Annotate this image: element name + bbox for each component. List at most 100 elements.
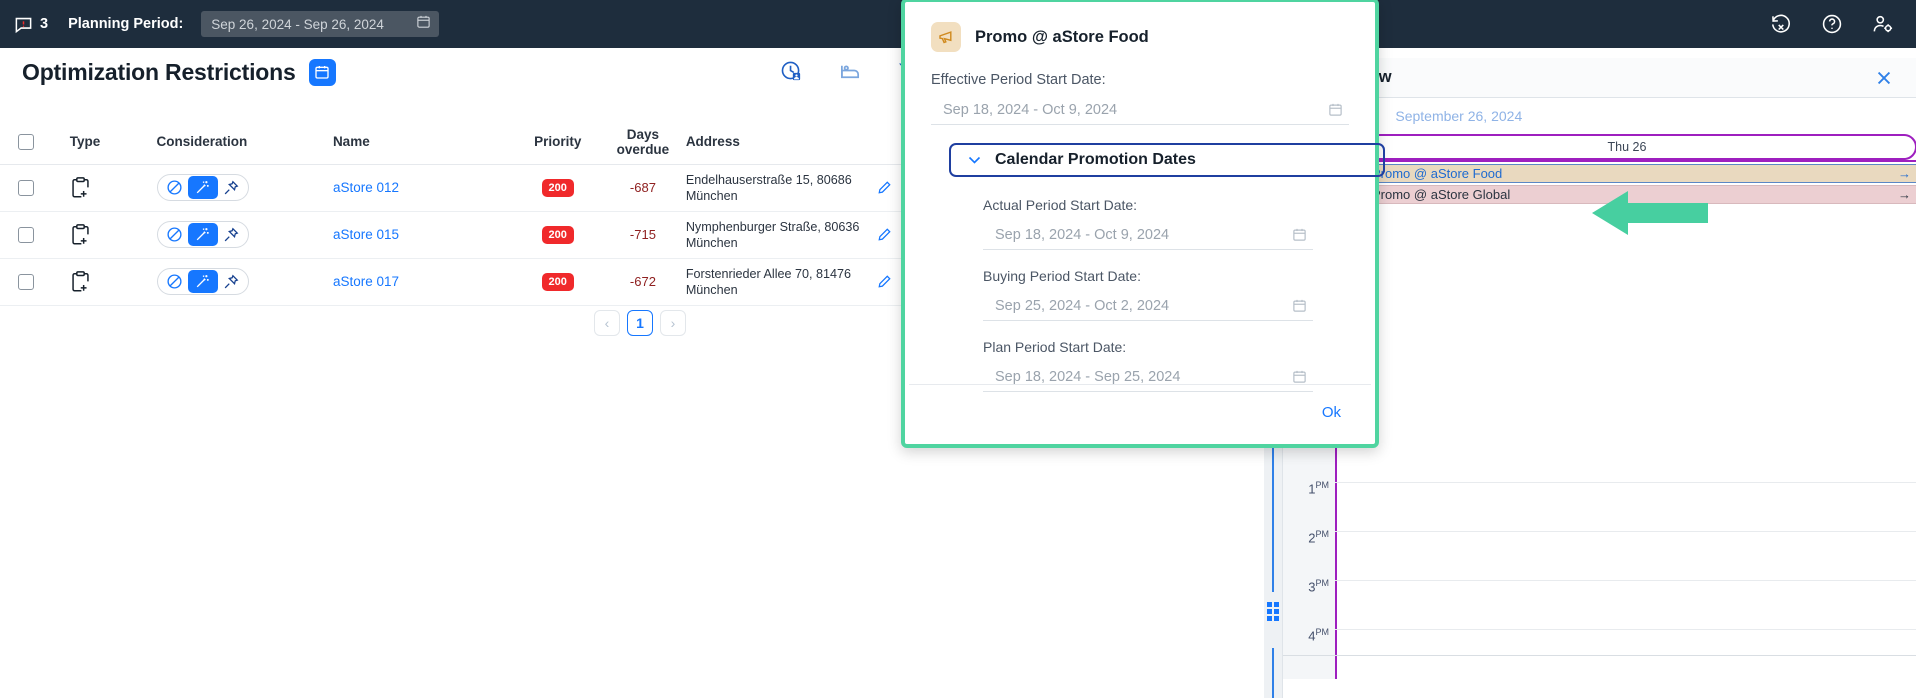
clock-person-icon[interactable] (780, 60, 803, 83)
time-hour: 1 (1308, 481, 1316, 497)
alert-message-icon (14, 15, 33, 34)
calendar-time-label: 4PM (1308, 627, 1329, 643)
pencil-icon[interactable] (877, 180, 892, 195)
pencil-icon[interactable] (877, 274, 892, 289)
topbar-actions (1770, 0, 1894, 48)
close-icon[interactable] (1874, 68, 1894, 88)
dialog-title: Promo @ aStore Food (975, 27, 1149, 46)
col-header-type: Type (65, 120, 153, 165)
calendar-event[interactable]: ← Promo @ aStore Food → (1337, 164, 1916, 184)
event-label: Promo @ aStore Food (1372, 166, 1503, 181)
clipboard-plus-icon (70, 176, 91, 200)
consideration-pin-icon[interactable] (218, 177, 244, 198)
calendar-icon[interactable] (416, 14, 431, 34)
row-address-cell: Endelhauserstraße 15, 80686 München (681, 164, 874, 212)
promotion-field-input-0[interactable]: Sep 18, 2024 - Oct 9, 2024 (983, 220, 1313, 250)
days-overdue-value: -672 (629, 274, 656, 289)
consideration-magic-wand-icon[interactable] (187, 176, 218, 199)
pagination-page-1[interactable]: 1 (627, 310, 653, 336)
calendar-promotion-dates-section[interactable]: Calendar Promotion Dates (949, 143, 1385, 177)
row-type-cell (65, 211, 153, 259)
row-priority-cell: 200 (511, 258, 605, 306)
calendar-icon[interactable] (1292, 227, 1307, 242)
row-address-cell: Nymphenburger Straße, 80636 München (681, 211, 874, 259)
row-consideration-cell (152, 211, 329, 259)
consideration-group[interactable] (156, 221, 249, 248)
col-header-consideration: Consideration (152, 120, 329, 165)
alert-badge[interactable]: 3 (14, 15, 48, 34)
row-select-cell (0, 164, 66, 212)
bed-icon[interactable] (839, 60, 862, 83)
pagination-prev[interactable]: ‹ (594, 310, 620, 336)
time-hour: 4 (1308, 628, 1316, 644)
dialog-footer: Ok (909, 384, 1371, 440)
chevron-down-icon[interactable] (967, 152, 982, 169)
promotion-date-fields: Actual Period Start Date: Sep 18, 2024 -… (931, 197, 1349, 392)
store-name-link[interactable]: aStore 012 (333, 180, 399, 195)
days-header-line1: Days (626, 126, 660, 142)
event-arrow-right: → (1898, 187, 1911, 202)
promotion-field-label-1: Buying Period Start Date: (983, 268, 1141, 284)
calendar-day-header[interactable]: Thu 26 (1337, 134, 1916, 160)
row-type-cell (65, 258, 153, 306)
promo-dates-dialog: Promo @ aStore Food Effective Period Sta… (901, 0, 1385, 448)
clipboard-plus-icon (70, 223, 91, 247)
row-name-cell: aStore 012 (328, 164, 512, 212)
calendar-grid-line (1335, 482, 1916, 483)
history-revert-icon[interactable] (1770, 13, 1792, 35)
calendar-bottom-divider (1283, 655, 1916, 656)
time-hour: 2 (1308, 530, 1316, 546)
calendar-event[interactable]: ← Promo @ aStore Global → (1337, 185, 1916, 205)
row-days-overdue-cell: -687 (604, 164, 682, 212)
row-consideration-cell (152, 258, 329, 306)
store-name-link[interactable]: aStore 015 (333, 227, 399, 242)
row-address-cell: Forstenrieder Allee 70, 81476 München (681, 258, 874, 306)
row-name-cell: aStore 015 (328, 211, 512, 259)
consideration-pin-icon[interactable] (218, 271, 244, 292)
page-title: Optimization Restrictions (22, 58, 296, 85)
consideration-group[interactable] (156, 268, 249, 295)
row-days-overdue-cell: -672 (604, 258, 682, 306)
calendar-time-label: 1PM (1308, 480, 1329, 496)
consideration-magic-wand-icon[interactable] (187, 270, 218, 293)
page-calendar-button[interactable] (308, 58, 336, 86)
planning-period-input[interactable]: Sep 26, 2024 - Sep 26, 2024 (201, 11, 440, 37)
pagination-next[interactable]: › (660, 310, 686, 336)
splitter-drag-handle[interactable] (1267, 602, 1279, 621)
promotion-field-label-0: Actual Period Start Date: (983, 197, 1138, 213)
time-suffix: PM (1315, 529, 1330, 539)
consideration-block-icon[interactable] (162, 177, 188, 198)
consideration-block-icon[interactable] (162, 224, 188, 245)
row-priority-cell: 200 (511, 164, 605, 212)
row-checkbox[interactable] (18, 273, 34, 290)
time-suffix: PM (1315, 578, 1330, 588)
calendar-icon[interactable] (1292, 369, 1307, 384)
address-value: Nymphenburger Straße, 80636 München (685, 219, 860, 250)
calendar-month-label: September 26, 2024 (1395, 108, 1523, 124)
calendar-icon[interactable] (1328, 102, 1343, 117)
store-name-link[interactable]: aStore 017 (333, 274, 399, 289)
consideration-block-icon[interactable] (162, 271, 188, 292)
time-suffix: PM (1315, 627, 1330, 637)
row-checkbox[interactable] (18, 226, 34, 243)
select-all-checkbox[interactable] (18, 133, 34, 150)
megaphone-icon (931, 22, 961, 52)
ok-button[interactable]: Ok (1322, 404, 1341, 421)
consideration-pin-icon[interactable] (218, 224, 244, 245)
days-overdue-value: -687 (629, 180, 656, 195)
consideration-group[interactable] (156, 174, 249, 201)
time-hour: 3 (1308, 579, 1316, 595)
promotion-field-input-1[interactable]: Sep 25, 2024 - Oct 2, 2024 (983, 291, 1313, 321)
effective-period-input[interactable]: Sep 18, 2024 - Oct 9, 2024 (931, 95, 1349, 125)
row-checkbox[interactable] (18, 179, 34, 196)
promotion-field-value-1: Sep 25, 2024 - Oct 2, 2024 (995, 297, 1170, 314)
consideration-magic-wand-icon[interactable] (187, 223, 218, 246)
user-settings-icon[interactable] (1872, 13, 1894, 35)
calendar-icon[interactable] (1292, 298, 1307, 313)
days-header-line2: overdue (616, 141, 670, 157)
address-value: Endelhauserstraße 15, 80686 München (685, 172, 852, 203)
priority-badge: 200 (541, 178, 574, 197)
dialog-title-row: Promo @ aStore Food (931, 22, 1349, 52)
pencil-icon[interactable] (877, 227, 892, 242)
help-circle-icon[interactable] (1821, 13, 1843, 35)
